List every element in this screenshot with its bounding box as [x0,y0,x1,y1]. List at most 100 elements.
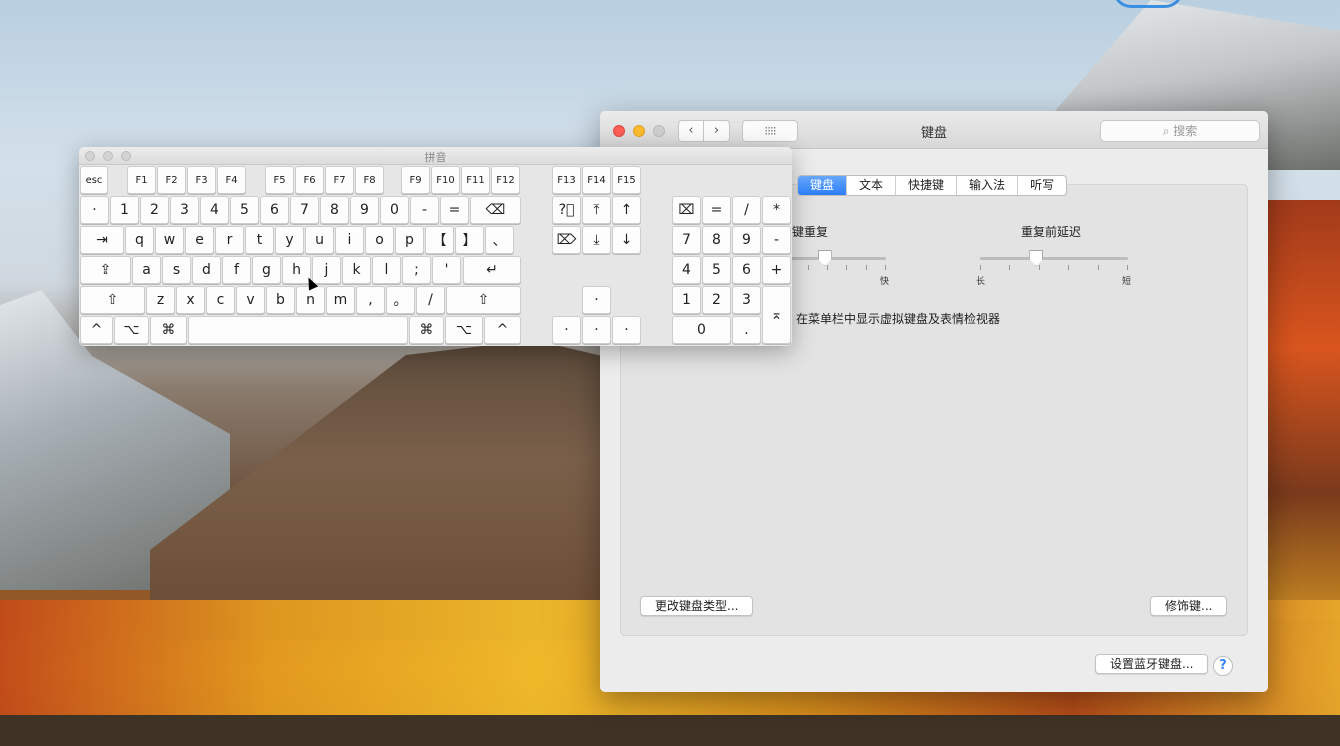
key-f3[interactable]: F3 [187,166,216,194]
key-row2-3[interactable]: e [185,226,214,254]
numpad-13[interactable]: 2 [702,286,731,314]
key-nav-3[interactable]: ⌦ [552,226,581,254]
numpad-11[interactable]: + [762,256,791,284]
key-row4-1[interactable]: z [146,286,175,314]
key-row2-2[interactable]: w [155,226,184,254]
numpad-5[interactable]: 8 [702,226,731,254]
key-row3-3[interactable]: d [192,256,221,284]
key-nav-2[interactable]: ↑ [612,196,641,224]
key-left-shift[interactable]: ⇧ [80,286,145,314]
key-row3-4[interactable]: f [222,256,251,284]
key-row1-0[interactable]: · [80,196,109,224]
key-f5[interactable]: F5 [265,166,294,194]
key-row1-3[interactable]: 3 [170,196,199,224]
show-all-grid-button[interactable]: ⁝⁝⁝⁝ [742,120,798,142]
key-row4-8[interactable]: , [356,286,385,314]
forward-button[interactable]: › [704,120,730,142]
tab-keyboard[interactable]: 键盘 [798,176,847,195]
key-f13[interactable]: F13 [552,166,581,194]
key-delete[interactable]: ⌫ [470,196,521,224]
close-button[interactable] [613,125,625,137]
key-f15[interactable]: F15 [612,166,641,194]
key-row2-9[interactable]: o [365,226,394,254]
setup-bluetooth-keyboard-button[interactable]: 设置蓝牙键盘... [1095,654,1209,674]
key-row1-2[interactable]: 2 [140,196,169,224]
zoom-button[interactable] [653,125,665,137]
show-viewer-checkbox-label[interactable]: 在菜单栏中显示虚拟键盘及表情检视器 [796,310,1000,327]
numpad-2[interactable]: / [732,196,761,224]
key-row3-2[interactable]: s [162,256,191,284]
numpad-0[interactable]: ⌧ [672,196,701,224]
key-row1-4[interactable]: 4 [200,196,229,224]
key-row2-10[interactable]: p [395,226,424,254]
key-f12[interactable]: F12 [491,166,520,194]
key-row4-5[interactable]: b [266,286,295,314]
key-right-arrow[interactable]: · [612,316,641,344]
key-row1-10[interactable]: 0 [380,196,409,224]
numpad-1[interactable]: = [702,196,731,224]
key-nav-5[interactable]: ↓ [612,226,641,254]
key-up-arrow[interactable]: · [582,286,611,314]
key-nav-1[interactable]: ⤒ [582,196,611,224]
numpad-10[interactable]: 6 [732,256,761,284]
key-row4-4[interactable]: v [236,286,265,314]
tab-text[interactable]: 文本 [846,176,895,195]
numpad-0[interactable]: 0 [672,316,731,344]
key-caps-lock[interactable]: ⇪ [80,256,131,284]
key-right-command[interactable]: ⌘ [409,316,444,344]
key-row1-11[interactable]: - [410,196,439,224]
key-nav-0[interactable]: ?⃝ [552,196,581,224]
numpad-14[interactable]: 3 [732,286,761,314]
key-row4-10[interactable]: / [416,286,445,314]
key-space[interactable] [188,316,408,344]
help-button[interactable]: ? [1213,656,1233,676]
key-row3-11[interactable]: ' [432,256,461,284]
key-row1-7[interactable]: 7 [290,196,319,224]
key-left-arrow[interactable]: · [552,316,581,344]
key-row1-5[interactable]: 5 [230,196,259,224]
key-row2-12[interactable]: 】 [455,226,484,254]
key-row1-6[interactable]: 6 [260,196,289,224]
minimize-button[interactable] [633,125,645,137]
key-row2-4[interactable]: r [215,226,244,254]
key-f2[interactable]: F2 [157,166,186,194]
numpad-6[interactable]: 9 [732,226,761,254]
change-keyboard-type-button[interactable]: 更改键盘类型... [640,596,754,616]
tab-dictation[interactable]: 听写 [1017,176,1066,195]
key-nav-4[interactable]: ⤓ [582,226,611,254]
key-down-arrow[interactable]: · [582,316,611,344]
key-f14[interactable]: F14 [582,166,611,194]
key-row1-1[interactable]: 1 [110,196,139,224]
key-esc[interactable]: esc [80,166,108,194]
key-left-option[interactable]: ⌥ [114,316,149,344]
modifier-keys-button[interactable]: 修饰键... [1150,596,1228,616]
key-return[interactable]: ↵ [463,256,521,284]
key-row2-7[interactable]: u [305,226,334,254]
key-row2-5[interactable]: t [245,226,274,254]
key-row3-1[interactable]: a [132,256,161,284]
key-row1-9[interactable]: 9 [350,196,379,224]
tab-input-sources[interactable]: 输入法 [956,176,1017,195]
key-row2-11[interactable]: 【 [425,226,454,254]
key-f10[interactable]: F10 [431,166,460,194]
key-f4[interactable]: F4 [217,166,246,194]
key-row4-9[interactable]: 。 [386,286,415,314]
key-row2-1[interactable]: q [125,226,154,254]
tab-shortcuts[interactable]: 快捷键 [895,176,956,195]
key-row2-8[interactable]: i [335,226,364,254]
key-left-command[interactable]: ⌘ [150,316,187,344]
numpad-8[interactable]: 4 [672,256,701,284]
key-f11[interactable]: F11 [461,166,490,194]
numpad-4[interactable]: 7 [672,226,701,254]
key-right-shift[interactable]: ⇧ [446,286,521,314]
key-left-control[interactable]: ^ [80,316,113,344]
key-row4-7[interactable]: m [326,286,355,314]
key-row3-8[interactable]: k [342,256,371,284]
key-row4-3[interactable]: c [206,286,235,314]
key-row3-5[interactable]: g [252,256,281,284]
delay-slider-track[interactable] [980,257,1128,260]
back-button[interactable]: ‹ [678,120,704,142]
key-row4-6[interactable]: n [296,286,325,314]
numpad-9[interactable]: 5 [702,256,731,284]
key-f1[interactable]: F1 [127,166,156,194]
